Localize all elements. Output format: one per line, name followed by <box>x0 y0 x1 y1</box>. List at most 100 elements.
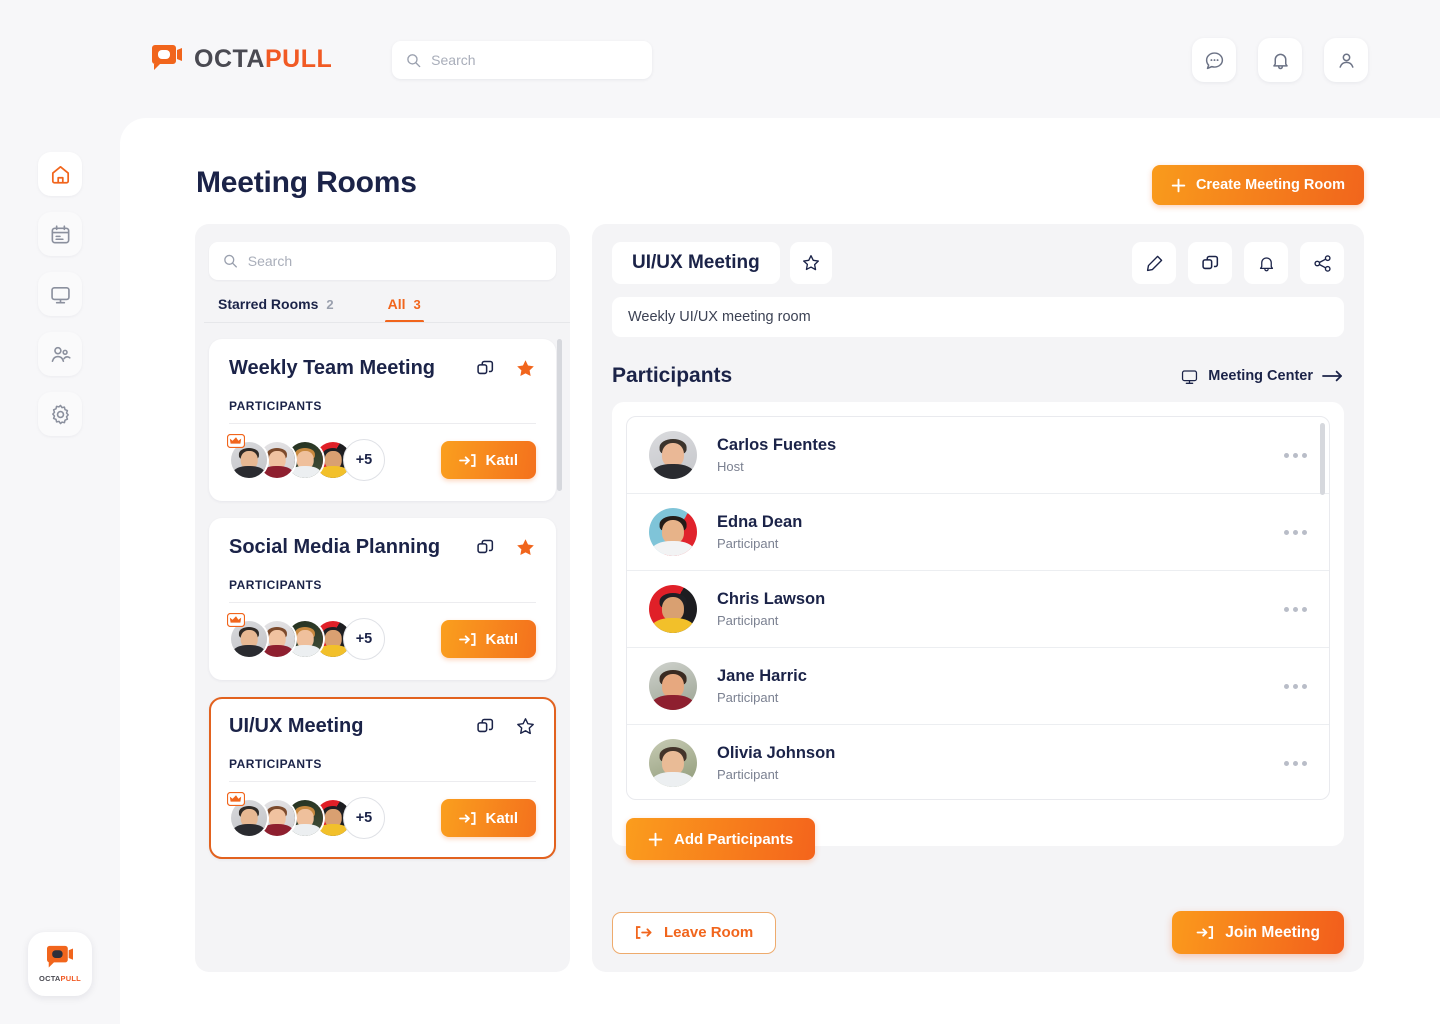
global-search[interactable] <box>392 41 652 79</box>
room-notifications-button[interactable] <box>1244 242 1288 284</box>
avatar <box>649 431 697 479</box>
share-room-button[interactable] <box>1300 242 1344 284</box>
participants-scrollbar[interactable] <box>1320 423 1325 495</box>
participant-info: Jane Harric Participant <box>717 667 807 705</box>
bell-icon <box>1272 53 1288 69</box>
edit-room-button[interactable] <box>1132 242 1176 284</box>
edit-pencil-icon <box>1146 255 1162 271</box>
participant-options-button[interactable] <box>1284 683 1307 689</box>
rooms-search-input[interactable] <box>247 253 542 269</box>
profile-button[interactable] <box>1324 38 1368 82</box>
monitor-icon <box>50 286 70 304</box>
share-icon <box>1313 254 1331 272</box>
room-card-ui-ux-meeting[interactable]: UI/UX Meeting PARTICIPANTS +5 Katıl <box>209 697 556 859</box>
notifications-button[interactable] <box>1258 38 1302 82</box>
room-card-actions <box>476 537 536 558</box>
participant-row[interactable]: Carlos Fuentes Host <box>627 417 1329 494</box>
dot <box>1302 452 1307 458</box>
meeting-center-link[interactable]: Meeting Center <box>1180 367 1344 386</box>
room-card-social-media-planning[interactable]: Social Media Planning PARTICIPANTS +5 Ka… <box>209 518 556 680</box>
participants-list: Carlos Fuentes Host Edna Dean Participan… <box>626 416 1330 800</box>
users-icon <box>51 346 71 362</box>
room-card-participants-label: PARTICIPANTS <box>229 757 322 771</box>
rooms-scroll-area: Weekly Team Meeting PARTICIPANTS +5 Katı… <box>209 339 562 947</box>
sidebar-item-contacts[interactable] <box>38 332 82 376</box>
participant-row[interactable]: Chris Lawson Participant <box>627 571 1329 648</box>
leave-room-button[interactable]: Leave Room <box>612 911 777 954</box>
plus-icon <box>1171 178 1186 192</box>
divider <box>229 423 536 424</box>
plus-icon <box>648 832 663 846</box>
participant-options-button[interactable] <box>1284 760 1307 766</box>
participant-row[interactable]: Edna Dean Participant <box>627 494 1329 571</box>
participant-role: Participant <box>717 767 779 782</box>
room-card-title: Weekly Team Meeting <box>229 357 435 379</box>
create-meeting-room-label: Create Meeting Room <box>1195 177 1345 193</box>
participant-info: Carlos Fuentes Host <box>717 436 836 474</box>
join-room-button[interactable]: Katıl <box>441 799 536 837</box>
dot <box>1302 760 1307 766</box>
sidebar-item-meetings[interactable] <box>38 272 82 316</box>
join-room-button[interactable]: Katıl <box>441 441 536 479</box>
copy-icon[interactable] <box>476 717 495 736</box>
room-card-title: Social Media Planning <box>229 536 441 558</box>
add-participants-button[interactable]: Add Participants <box>626 818 816 860</box>
sidebar-item-home[interactable] <box>38 152 82 196</box>
tab-starred-rooms[interactable]: Starred Rooms 2 <box>218 296 334 323</box>
join-room-label: Katıl <box>485 809 518 827</box>
avatar-overflow-count: +5 <box>343 439 385 481</box>
room-card-footer: +5 Katıl <box>227 613 536 660</box>
page-title: Meeting Rooms <box>196 166 417 199</box>
room-card-weekly-team-meeting[interactable]: Weekly Team Meeting PARTICIPANTS +5 Katı… <box>209 339 556 501</box>
search-icon <box>224 254 237 268</box>
participant-info: Chris Lawson Participant <box>717 590 825 628</box>
copy-icon[interactable] <box>476 538 495 557</box>
participant-avatars: +5 <box>227 613 385 660</box>
participant-role: Host <box>717 459 744 474</box>
rooms-search[interactable] <box>209 242 556 280</box>
participant-row[interactable]: Jane Harric Participant <box>627 648 1329 725</box>
join-room-button[interactable]: Katıl <box>441 620 536 658</box>
brand-name-dark: OCTA <box>194 44 265 73</box>
join-meeting-button[interactable]: Join Meeting <box>1172 911 1344 954</box>
search-input[interactable] <box>431 52 638 68</box>
enter-arrow-icon <box>1196 926 1214 939</box>
favorite-toggle-button[interactable] <box>789 242 832 284</box>
dot <box>1284 683 1289 689</box>
join-room-label: Katıl <box>485 451 518 469</box>
copy-room-link-button[interactable] <box>1188 242 1232 284</box>
create-meeting-room-button[interactable]: Create Meeting Room <box>1151 165 1364 205</box>
join-room-label: Katıl <box>485 630 518 648</box>
brand-name-orange: PULL <box>264 44 333 73</box>
sidebar-item-calendar[interactable] <box>38 212 82 256</box>
room-card-header: Weekly Team Meeting <box>229 357 536 380</box>
avatar-overflow-count: +5 <box>343 618 385 660</box>
chat-icon-button[interactable] <box>1192 38 1236 82</box>
sidebar-item-settings[interactable] <box>38 392 82 436</box>
participant-options-button[interactable] <box>1284 606 1307 612</box>
star-filled-icon[interactable] <box>515 537 536 558</box>
room-card-title: UI/UX Meeting <box>229 715 364 737</box>
octapull-badge[interactable]: OCTA PULL <box>28 932 92 996</box>
participant-options-button[interactable] <box>1284 452 1307 458</box>
bell-icon <box>1259 256 1273 271</box>
participants-card: Carlos Fuentes Host Edna Dean Participan… <box>612 402 1344 860</box>
star-filled-icon[interactable] <box>515 358 536 379</box>
rooms-tabs: Starred Rooms 2 All 3 <box>204 296 570 323</box>
search-icon <box>407 53 421 67</box>
brand-logo[interactable]: OCTA PULL <box>150 44 332 74</box>
room-detail-header: UI/UX Meeting <box>612 242 1344 284</box>
rooms-scrollbar[interactable] <box>557 339 562 491</box>
participant-name: Olivia Johnson <box>717 744 836 762</box>
tab-all[interactable]: All 3 <box>384 296 424 323</box>
participant-options-button[interactable] <box>1284 529 1307 535</box>
copy-icon[interactable] <box>476 359 495 378</box>
tab-starred-count: 2 <box>326 297 334 312</box>
participant-row[interactable]: Olivia Johnson Participant <box>627 725 1329 799</box>
host-crown-icon <box>227 434 245 448</box>
main-panel: Meeting Rooms Create Meeting Room Starre… <box>120 118 1440 1024</box>
dot <box>1293 606 1298 612</box>
room-title-group: UI/UX Meeting <box>612 242 832 284</box>
gear-icon <box>51 404 69 424</box>
star-outline-icon[interactable] <box>515 716 536 737</box>
